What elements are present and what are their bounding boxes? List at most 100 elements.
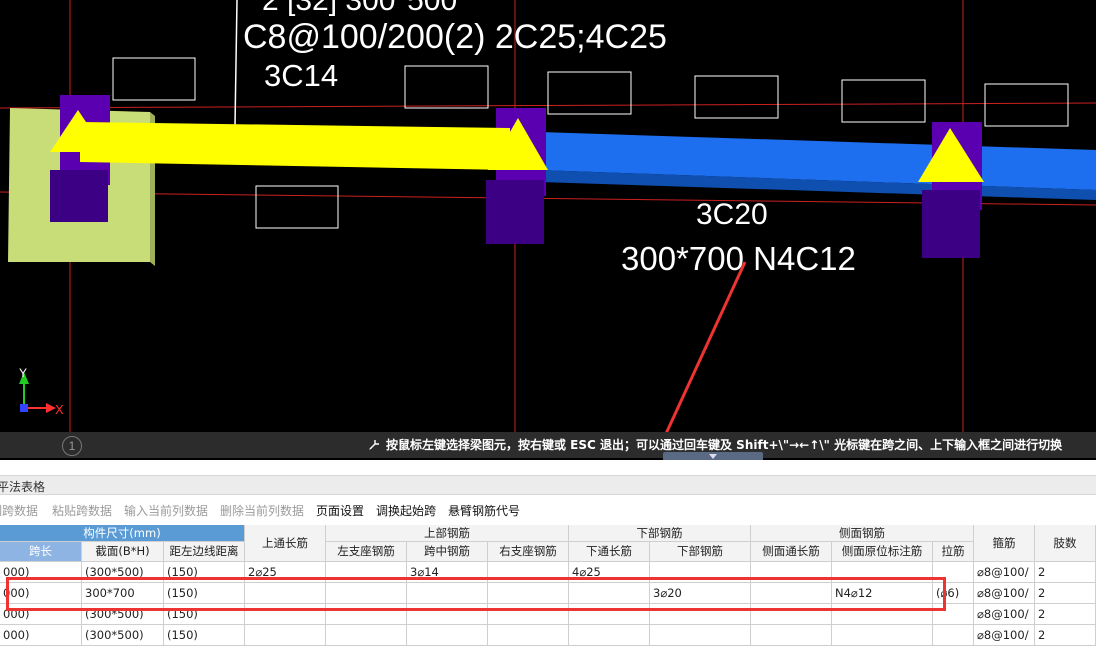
cell-side-in-situ[interactable] (832, 625, 933, 646)
cell-section[interactable]: (300*500) (82, 562, 164, 583)
cell-legs[interactable]: 2 (1035, 604, 1096, 625)
cantilever-rebar-code-button[interactable]: 悬臂钢筋代号 (448, 502, 520, 519)
status-bar: 按鼠标左键选择梁图元，按右键或 ESC 退出；可以通过回车键及 Shift+\"… (0, 432, 1096, 458)
cell-left[interactable] (326, 583, 407, 604)
cell-bottom-through[interactable]: 4⌀25 (569, 562, 650, 583)
app-root: 2 [32] 300*500 C8@100/200(2) 2C25;4C25 3… (0, 0, 1096, 658)
cell-mid[interactable] (407, 625, 488, 646)
header-tie-bar: 拉筋 (933, 542, 974, 562)
cell-side-in-situ[interactable] (832, 562, 933, 583)
cell-right[interactable] (488, 604, 569, 625)
copy-span-data-button[interactable]: 复制跨数据 (0, 502, 38, 519)
axis-x-label: X (55, 402, 64, 417)
cell-offset[interactable]: (150) (164, 604, 245, 625)
beam-label-mid-rebar: 3C14 (264, 58, 339, 93)
annotation-box (841, 79, 926, 123)
cell-bottom[interactable] (650, 562, 751, 583)
panel-title-bar[interactable]: 平法表格 (0, 475, 1096, 495)
cell-mid[interactable] (407, 604, 488, 625)
paste-span-data-button[interactable]: 粘贴跨数据 (52, 502, 112, 519)
cell-stirrup[interactable]: ⌀8@100/ (974, 604, 1035, 625)
cell-section[interactable]: (300*500) (82, 604, 164, 625)
header-side-in-situ: 侧面原位标注筋 (832, 542, 933, 562)
annotation-box (112, 57, 196, 101)
cell-section[interactable]: (300*500) (82, 625, 164, 646)
cell-tie[interactable]: (⌀6) (933, 583, 974, 604)
cell-left[interactable] (326, 625, 407, 646)
cell-side-through[interactable] (751, 562, 832, 583)
header-right-support: 右支座钢筋 (488, 542, 569, 562)
cell-legs[interactable]: 2 (1035, 583, 1096, 604)
panel-title: 平法表格 (0, 480, 46, 494)
cell-top-through[interactable] (245, 625, 326, 646)
cell-bottom-through[interactable] (569, 583, 650, 604)
cell-span[interactable]: 000) (0, 604, 82, 625)
cell-top-through[interactable]: 2⌀25 (245, 562, 326, 583)
cell-span[interactable]: 000) (0, 562, 82, 583)
cell-bottom[interactable] (650, 625, 751, 646)
cell-right[interactable] (488, 625, 569, 646)
beam-span-table: 构件尺寸(mm) 上通长筋 上部钢筋 下部钢筋 侧面钢筋 箍筋 肢数 跨长 截面… (0, 525, 1096, 658)
column-1-lower (50, 170, 108, 222)
cell-side-through[interactable] (751, 625, 832, 646)
cell-mid[interactable]: 3⌀14 (407, 562, 488, 583)
cell-offset[interactable]: (150) (164, 583, 245, 604)
cell-span[interactable]: 000) (0, 583, 82, 604)
cell-offset[interactable]: (150) (164, 562, 245, 583)
cell-top-through[interactable] (245, 604, 326, 625)
cell-mid[interactable] (407, 583, 488, 604)
cell-tie[interactable] (933, 625, 974, 646)
cell-top-through[interactable] (245, 583, 326, 604)
header-offset: 距左边线距离 (164, 542, 245, 562)
status-message: 按鼠标左键选择梁图元，按右键或 ESC 退出；可以通过回车键及 Shift+\"… (368, 436, 1062, 453)
cell-stirrup[interactable]: ⌀8@100/ (974, 583, 1035, 604)
beam-selected (80, 122, 510, 170)
input-column-data-button[interactable]: 输入当前列数据 (124, 502, 208, 519)
cell-stirrup[interactable]: ⌀8@100/ (974, 625, 1035, 646)
beam-label-section: 300*700 N4C12 (621, 240, 856, 277)
annotation-box (694, 75, 779, 119)
cell-left[interactable] (326, 604, 407, 625)
cell-legs[interactable]: 2 (1035, 625, 1096, 646)
header-bottom-steel: 下部钢筋 (650, 542, 751, 562)
callout-arrow (653, 261, 747, 458)
cell-span[interactable]: 000) (0, 625, 82, 646)
cad-drawing (0, 0, 1096, 458)
cell-stirrup[interactable]: ⌀8@100/ (974, 562, 1035, 583)
axis-y-label: Y (19, 366, 28, 380)
cell-right[interactable] (488, 562, 569, 583)
header-top-rebar: 上部钢筋 (326, 525, 569, 542)
cell-bottom-through[interactable] (569, 604, 650, 625)
header-bottom-through: 下通长筋 (569, 542, 650, 562)
pingfa-table-panel: 平法表格 复制跨数据 粘贴跨数据 输入当前列数据 删除当前列数据 页面设置 调换… (0, 460, 1096, 658)
cell-bottom[interactable]: 3⌀20 (650, 583, 751, 604)
cell-bottom[interactable] (650, 604, 751, 625)
header-side-rebar: 侧面钢筋 (751, 525, 974, 542)
annotation-box (404, 65, 489, 109)
header-mid-span: 跨中钢筋 (407, 542, 488, 562)
delete-column-data-button[interactable]: 删除当前列数据 (220, 502, 304, 519)
cell-side-in-situ[interactable]: N4⌀12 (832, 583, 933, 604)
cell-bottom-through[interactable] (569, 625, 650, 646)
cad-viewport[interactable]: 2 [32] 300*500 C8@100/200(2) 2C25;4C25 3… (0, 0, 1096, 458)
cell-tie[interactable] (933, 562, 974, 583)
page-setup-button[interactable]: 页面设置 (316, 502, 364, 519)
view-marker[interactable]: 1 (62, 436, 82, 456)
header-span-length: 跨长 (0, 542, 82, 562)
status-text: 按鼠标左键选择梁图元，按右键或 ESC 退出；可以通过回车键及 Shift+\"… (386, 438, 1063, 452)
cell-side-in-situ[interactable] (832, 604, 933, 625)
swap-start-span-button[interactable]: 调换起始跨 (376, 502, 436, 519)
header-top-through: 上通长筋 (245, 525, 326, 562)
cell-left[interactable] (326, 562, 407, 583)
header-bottom-rebar: 下部钢筋 (569, 525, 751, 542)
cell-offset[interactable]: (150) (164, 625, 245, 646)
cell-right[interactable] (488, 583, 569, 604)
beam-label-top: 2 [32] 300*500 (262, 0, 458, 17)
cell-section[interactable]: 300*700 (82, 583, 164, 604)
cell-legs[interactable]: 2 (1035, 562, 1096, 583)
cell-side-through[interactable] (751, 583, 832, 604)
cell-tie[interactable] (933, 604, 974, 625)
column-3-lower (922, 190, 980, 258)
cell-side-through[interactable] (751, 604, 832, 625)
header-size: 构件尺寸(mm) (0, 525, 245, 542)
